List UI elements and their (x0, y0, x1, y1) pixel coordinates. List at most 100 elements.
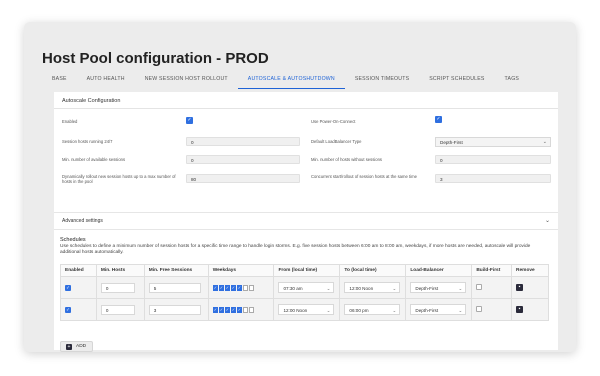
build-first-cell (471, 276, 513, 299)
tab-autoscale[interactable]: AUTOSCALE & AUTOSHUTDOWN (237, 72, 345, 89)
tab-new-session-host-rollout[interactable]: NEW SESSION HOST ROLLOUT (135, 72, 238, 89)
weekday-checkbox[interactable]: ✓ (212, 284, 219, 291)
tab-session-timeouts[interactable]: SESSION TIMEOUTS (345, 72, 419, 89)
add-schedule-label: ADD (76, 344, 87, 349)
chevron-down-icon: ⌄ (392, 308, 397, 313)
page-title: Host Pool configuration - PROD (42, 50, 269, 67)
weekday-checkbox[interactable] (248, 306, 255, 313)
weekday-checkbox[interactable]: ✓ (230, 284, 237, 291)
lb-select[interactable]: Depth-First ⌄ (410, 304, 467, 315)
chevron-down-icon: ⌄ (458, 286, 463, 291)
min-free-cell: 3 (143, 298, 209, 321)
lb-cell: Depth-First ⌄ (405, 298, 473, 321)
default-lb-label: Default LoadBalancer Type (311, 139, 362, 144)
min-available-label: Min. number of available sessions (62, 157, 126, 162)
build-first-checkbox[interactable] (476, 306, 483, 312)
col-load-balancer: Load-Balancer (405, 264, 473, 277)
weekday-checkbox[interactable]: ✓ (224, 284, 231, 291)
weekday-checkbox[interactable]: ✓ (218, 306, 225, 313)
weekday-checkbox[interactable]: ✓ (212, 306, 219, 313)
weekday-checkbox[interactable]: ✓ (236, 284, 243, 291)
min-free-input[interactable]: 3 (148, 304, 201, 315)
chevron-down-icon: ⌄ (392, 286, 397, 291)
min-free-input[interactable]: 5 (148, 282, 201, 293)
weekday-checkbox[interactable] (242, 306, 249, 313)
to-value: 06:00 pm (349, 308, 369, 313)
weekday-checkbox[interactable]: ✓ (224, 306, 231, 313)
to-value: 12:00 Noon (349, 286, 374, 291)
from-cell: 07:30 am ⌄ (273, 276, 341, 299)
from-value: 07:30 am (283, 286, 303, 291)
to-select[interactable]: 12:00 Noon ⌄ (344, 282, 401, 293)
tab-tags[interactable]: TAGS (495, 72, 530, 89)
weekday-checkbox[interactable]: ✓ (236, 306, 243, 313)
concurrent-label: Concurrent start/rollout of session host… (311, 174, 417, 179)
weekdays-cell: ✓ ✓ ✓ ✓ ✓ (207, 276, 275, 299)
to-cell: 12:00 Noon ⌄ (339, 276, 407, 299)
to-cell: 06:00 pm ⌄ (339, 298, 407, 321)
schedules-description: Use schedules to define a minimum number… (60, 244, 531, 255)
advanced-settings-label: Advanced settings (62, 218, 103, 224)
min-available-input[interactable]: 0 (186, 155, 300, 164)
row-enabled-cell: ✓ (60, 298, 97, 321)
tab-base[interactable]: BASE (42, 72, 77, 89)
min-hosts-cell: 0 (95, 298, 145, 321)
autoscale-panel: Autoscale Configuration Enabled ✓ Use Po… (54, 92, 558, 352)
advanced-settings-toggle[interactable]: Advanced settings ⌄ (54, 212, 558, 230)
table-row: ✓ 0 5 ✓ ✓ ✓ ✓ ✓ 07:30 am ⌄ 12:00 Noon ⌄ Depth-… (60, 276, 549, 299)
weekday-checkboxes: ✓ ✓ ✓ ✓ ✓ (212, 306, 255, 313)
row-enabled-cell: ✓ (60, 276, 97, 299)
weekday-checkbox[interactable] (242, 284, 249, 291)
use-power-on-label: Use Power-On-Connect (311, 119, 356, 124)
chevron-down-icon: ⌄ (326, 308, 331, 313)
from-select[interactable]: 12:00 Noon ⌄ (278, 304, 335, 315)
tab-script-schedules[interactable]: SCRIPT SCHEDULES (419, 72, 494, 89)
running-24-7-input[interactable]: 0 (186, 137, 300, 146)
min-free-cell: 5 (143, 276, 209, 299)
build-first-cell (471, 298, 513, 321)
dynamic-rollout-input[interactable]: 80 (186, 174, 300, 183)
row-enabled-checkbox[interactable]: ✓ (65, 284, 71, 291)
concurrent-input[interactable]: 3 (435, 174, 551, 183)
chevron-down-icon: ⌄ (542, 139, 547, 145)
min-hosts-input[interactable]: 0 (100, 304, 135, 315)
check-icon: ✓ (436, 116, 441, 122)
row-enabled-checkbox[interactable]: ✓ (65, 306, 71, 313)
min-hosts-input[interactable]: 0 (100, 282, 135, 293)
use-power-on-checkbox[interactable]: ✓ (435, 116, 442, 123)
min-without-sessions-input[interactable]: 0 (435, 155, 551, 164)
col-build-first: Build-First (471, 264, 513, 277)
to-select[interactable]: 06:00 pm ⌄ (344, 304, 401, 315)
from-cell: 12:00 Noon ⌄ (273, 298, 341, 321)
tab-auto-health[interactable]: AUTO HEALTH (77, 72, 135, 89)
col-remove: Remove (511, 264, 549, 277)
chevron-down-icon: ⌄ (326, 286, 331, 291)
weekday-checkboxes: ✓ ✓ ✓ ✓ ✓ (212, 284, 255, 291)
from-value: 12:00 Noon (283, 308, 308, 313)
from-select[interactable]: 07:30 am ⌄ (278, 282, 335, 293)
build-first-checkbox[interactable] (476, 284, 483, 290)
remove-icon[interactable]: ▪ (516, 306, 524, 313)
add-schedule-button[interactable]: + ADD (60, 341, 94, 352)
default-lb-select[interactable]: Depth-First ⌄ (435, 137, 551, 147)
table-header: Enabled Min. Hosts Min. Free Sessions We… (60, 264, 549, 277)
lb-select[interactable]: Depth-First ⌄ (410, 282, 467, 293)
remove-cell: ▪ (511, 298, 549, 321)
enabled-checkbox[interactable]: ✓ (186, 117, 193, 124)
weekdays-cell: ✓ ✓ ✓ ✓ ✓ (207, 298, 275, 321)
weekday-checkbox[interactable]: ✓ (230, 306, 237, 313)
remove-icon[interactable]: ▪ (516, 284, 524, 291)
autoscale-section-title: Autoscale Configuration (62, 98, 121, 104)
enabled-label: Enabled (62, 119, 78, 124)
host-pool-window: Host Pool configuration - PROD BASE AUTO… (24, 22, 576, 352)
min-hosts-cell: 0 (95, 276, 145, 299)
check-icon: ✓ (187, 117, 192, 123)
dynamic-rollout-label: Dynamically rollout new session hosts up… (62, 174, 176, 184)
schedules-title: Schedules (60, 237, 86, 243)
weekday-checkbox[interactable] (248, 284, 255, 291)
weekday-checkbox[interactable]: ✓ (218, 284, 225, 291)
col-enabled: Enabled (60, 264, 97, 277)
col-min-free-sessions: Min. Free Sessions (143, 264, 209, 277)
divider (54, 108, 558, 109)
min-without-sessions-label: Min. number of hosts without sessions (311, 157, 382, 162)
